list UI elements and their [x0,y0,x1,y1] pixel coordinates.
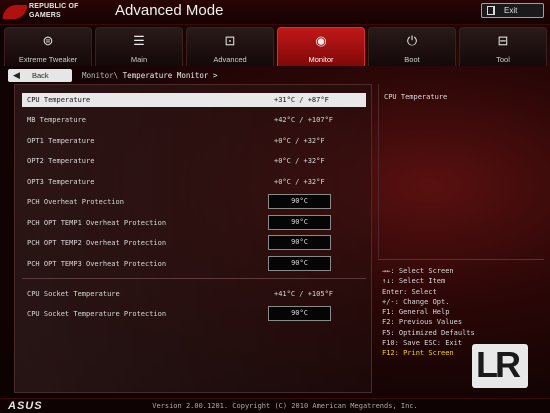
temperature-reading: +42°C / +107°F [274,116,334,124]
breadcrumb-parent[interactable]: Monitor\ [82,71,118,80]
setting-row[interactable]: PCH OPT TEMP3 Overheat Protection 90°C [22,256,366,271]
key-hint: F5: Optimized Defaults [382,328,475,337]
watermark-logo: LR [472,344,528,388]
tab-extreme-tweaker[interactable]: ⊜ Extreme Tweaker [4,27,92,66]
footer: ASUS Version 2.00.1201. Copyright (C) 20… [0,398,550,413]
setting-label: PCH Overheat Protection [27,198,124,206]
fan-icon: ⊜ [42,33,54,48]
tool-icon: ⊟ [497,33,509,48]
help-text: CPU Temperature [384,93,448,101]
advanced-icon: ⊡ [224,33,236,48]
tab-monitor[interactable]: ◉ Monitor [277,27,365,66]
setting-row[interactable]: CPU Temperature +31°C / +87°F [22,93,366,107]
tab-main[interactable]: ☰ Main [95,27,183,66]
key-hint: ↑↓: Select Item [382,277,446,286]
temperature-reading: +0°C / +32°F [274,157,325,165]
tab-label: Main [130,55,148,64]
version-text: Version 2.00.1201. Copyright (C) 2010 Am… [152,402,418,410]
brand-line-1: REPUBLIC OF [29,3,79,10]
setting-label: CPU Socket Temperature Protection [27,310,167,318]
setting-row[interactable]: PCH Overheat Protection 90°C [22,194,366,209]
key-hint: F2: Previous Values [382,318,463,327]
key-hint: Enter: Select [382,287,437,296]
protection-value-field[interactable]: 90°C [268,306,331,321]
exit-label: Exit [504,6,518,15]
main-tabs: ⊜ Extreme Tweaker ☰ Main ⊡ Advanced ◉ Monitor ⏻ B… [0,27,550,67]
section-divider [22,278,366,279]
rog-brand-text: REPUBLIC OF GAMERS [29,3,79,20]
breadcrumb: Monitor\ Temperature Monitor > [82,71,217,80]
setting-label: PCH OPT TEMP1 Overheat Protection [27,219,167,227]
setting-label: CPU Temperature [27,96,91,104]
exit-button[interactable]: Exit [481,3,544,18]
setting-row[interactable]: OPT3 Temperature +0°C / +32°F [22,175,366,189]
monitor-icon: ◉ [315,33,327,48]
key-hint: →←: Select Screen [382,267,454,275]
page-title: Advanced Mode [115,2,224,19]
tab-tool[interactable]: ⊟ Tool [459,27,547,66]
list-icon: ☰ [133,33,145,48]
setting-label: MB Temperature [27,116,87,124]
back-button[interactable]: ◀ Back [8,69,72,82]
tab-label: Extreme Tweaker [18,55,78,64]
rog-eye-icon [2,5,28,19]
setting-row[interactable]: CPU Socket Temperature +41°C / +105°F [22,287,366,301]
protection-value-field[interactable]: 90°C [268,256,331,271]
rog-logo: REPUBLIC OF GAMERS [2,2,104,23]
protection-value-field[interactable]: 90°C [268,235,331,250]
back-label: Back [32,71,49,80]
help-divider [378,259,544,260]
temperature-reading: +0°C / +32°F [274,178,325,186]
brand-line-2: GAMERS [29,11,61,19]
temperature-reading: +31°C / +87°F [274,96,329,104]
setting-row[interactable]: MB Temperature +42°C / +107°F [22,113,366,127]
watermark-text: LR [476,344,521,385]
setting-label: OPT1 Temperature [27,137,95,145]
temperature-reading: +0°C / +32°F [274,137,325,145]
exit-icon [487,6,495,15]
setting-row[interactable]: OPT2 Temperature +0°C / +32°F [22,154,366,168]
tab-label: Monitor [308,55,334,64]
setting-row[interactable]: PCH OPT TEMP2 Overheat Protection 90°C [22,235,366,250]
temperature-reading: +41°C / +105°F [274,290,334,298]
setting-label: OPT3 Temperature [27,178,95,186]
setting-label: PCH OPT TEMP3 Overheat Protection [27,260,167,268]
setting-row[interactable]: PCH OPT TEMP1 Overheat Protection 90°C [22,215,366,230]
tab-advanced[interactable]: ⊡ Advanced [186,27,274,66]
settings-panel: CPU Temperature +31°C / +87°F MB Temperatu… [14,84,372,393]
top-bar: REPUBLIC OF GAMERS Advanced Mode Exit [0,0,550,25]
protection-value-field[interactable]: 90°C [268,194,331,209]
tab-label: Tool [496,55,510,64]
setting-label: OPT2 Temperature [27,157,95,165]
tab-label: Advanced [213,55,247,64]
tab-boot[interactable]: ⏻ Boot [368,27,456,66]
key-hint: F1: General Help [382,308,450,317]
protection-value-field[interactable]: 90°C [268,215,331,230]
setting-label: PCH OPT TEMP2 Overheat Protection [27,239,167,247]
back-arrow-icon: ◀ [13,70,20,80]
bios-screen: REPUBLIC OF GAMERS Advanced Mode Exit ⊜ E… [0,0,550,413]
power-icon: ⏻ [406,33,418,48]
setting-row[interactable]: OPT1 Temperature +0°C / +32°F [22,134,366,148]
breadcrumb-current: Temperature Monitor > [122,71,218,80]
tab-label: Boot [404,55,420,64]
setting-label: CPU Socket Temperature [27,290,120,298]
key-hint: +/-: Change Opt. [382,297,450,306]
setting-row[interactable]: CPU Socket Temperature Protection 90°C [22,306,366,321]
help-panel: CPU Temperature [378,84,544,258]
